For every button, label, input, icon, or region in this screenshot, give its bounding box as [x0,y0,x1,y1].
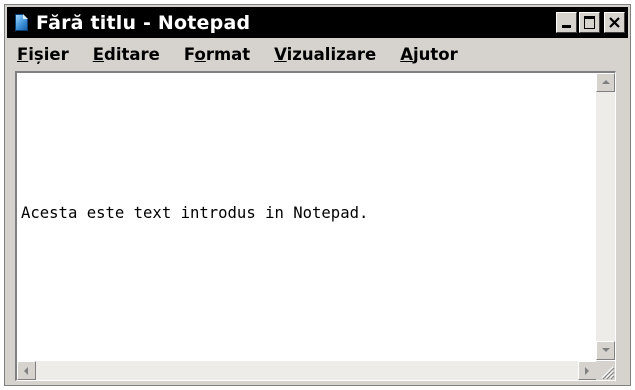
window-title: Fără titlu - Notepad [36,11,251,34]
arrow-left-icon [24,367,28,375]
close-button[interactable] [604,12,625,33]
menu-ajutor[interactable]: Ajutor [390,45,458,64]
vertical-scrollbar[interactable] [596,73,615,360]
window-controls [556,12,625,33]
scroll-up-button[interactable] [596,73,615,92]
text-editor[interactable]: Acesta este text introdus in Notepad. [19,73,597,356]
arrow-up-icon [602,80,610,84]
menu-bar: Fișier Editare Format Vizualizare Ajutor [7,39,628,69]
editor-frame: Acesta este text introdus in Notepad. [15,71,616,381]
maximize-button[interactable] [579,12,600,33]
title-bar[interactable]: Fără titlu - Notepad [7,7,628,38]
minimize-button[interactable] [556,12,577,33]
resize-grip-icon [601,366,615,380]
menu-vizualizare[interactable]: Vizualizare [264,45,376,64]
scroll-right-button[interactable] [578,361,597,380]
scroll-left-button[interactable] [17,361,36,380]
arrow-right-icon [585,367,589,375]
close-icon [609,17,620,28]
resize-grip[interactable] [596,361,615,380]
scroll-down-button[interactable] [596,341,615,360]
menu-editare[interactable]: Editare [83,45,160,64]
menu-fisier[interactable]: Fișier [7,45,69,64]
horizontal-scrollbar[interactable] [17,361,597,380]
notepad-icon[interactable] [13,13,30,32]
notepad-window: Fără titlu - Notepad Fișier Editare Form… [4,4,631,386]
arrow-down-icon [602,348,610,352]
editor-text: Acesta este text introdus in Notepad. [21,204,369,222]
menu-format[interactable]: Format [174,45,250,64]
